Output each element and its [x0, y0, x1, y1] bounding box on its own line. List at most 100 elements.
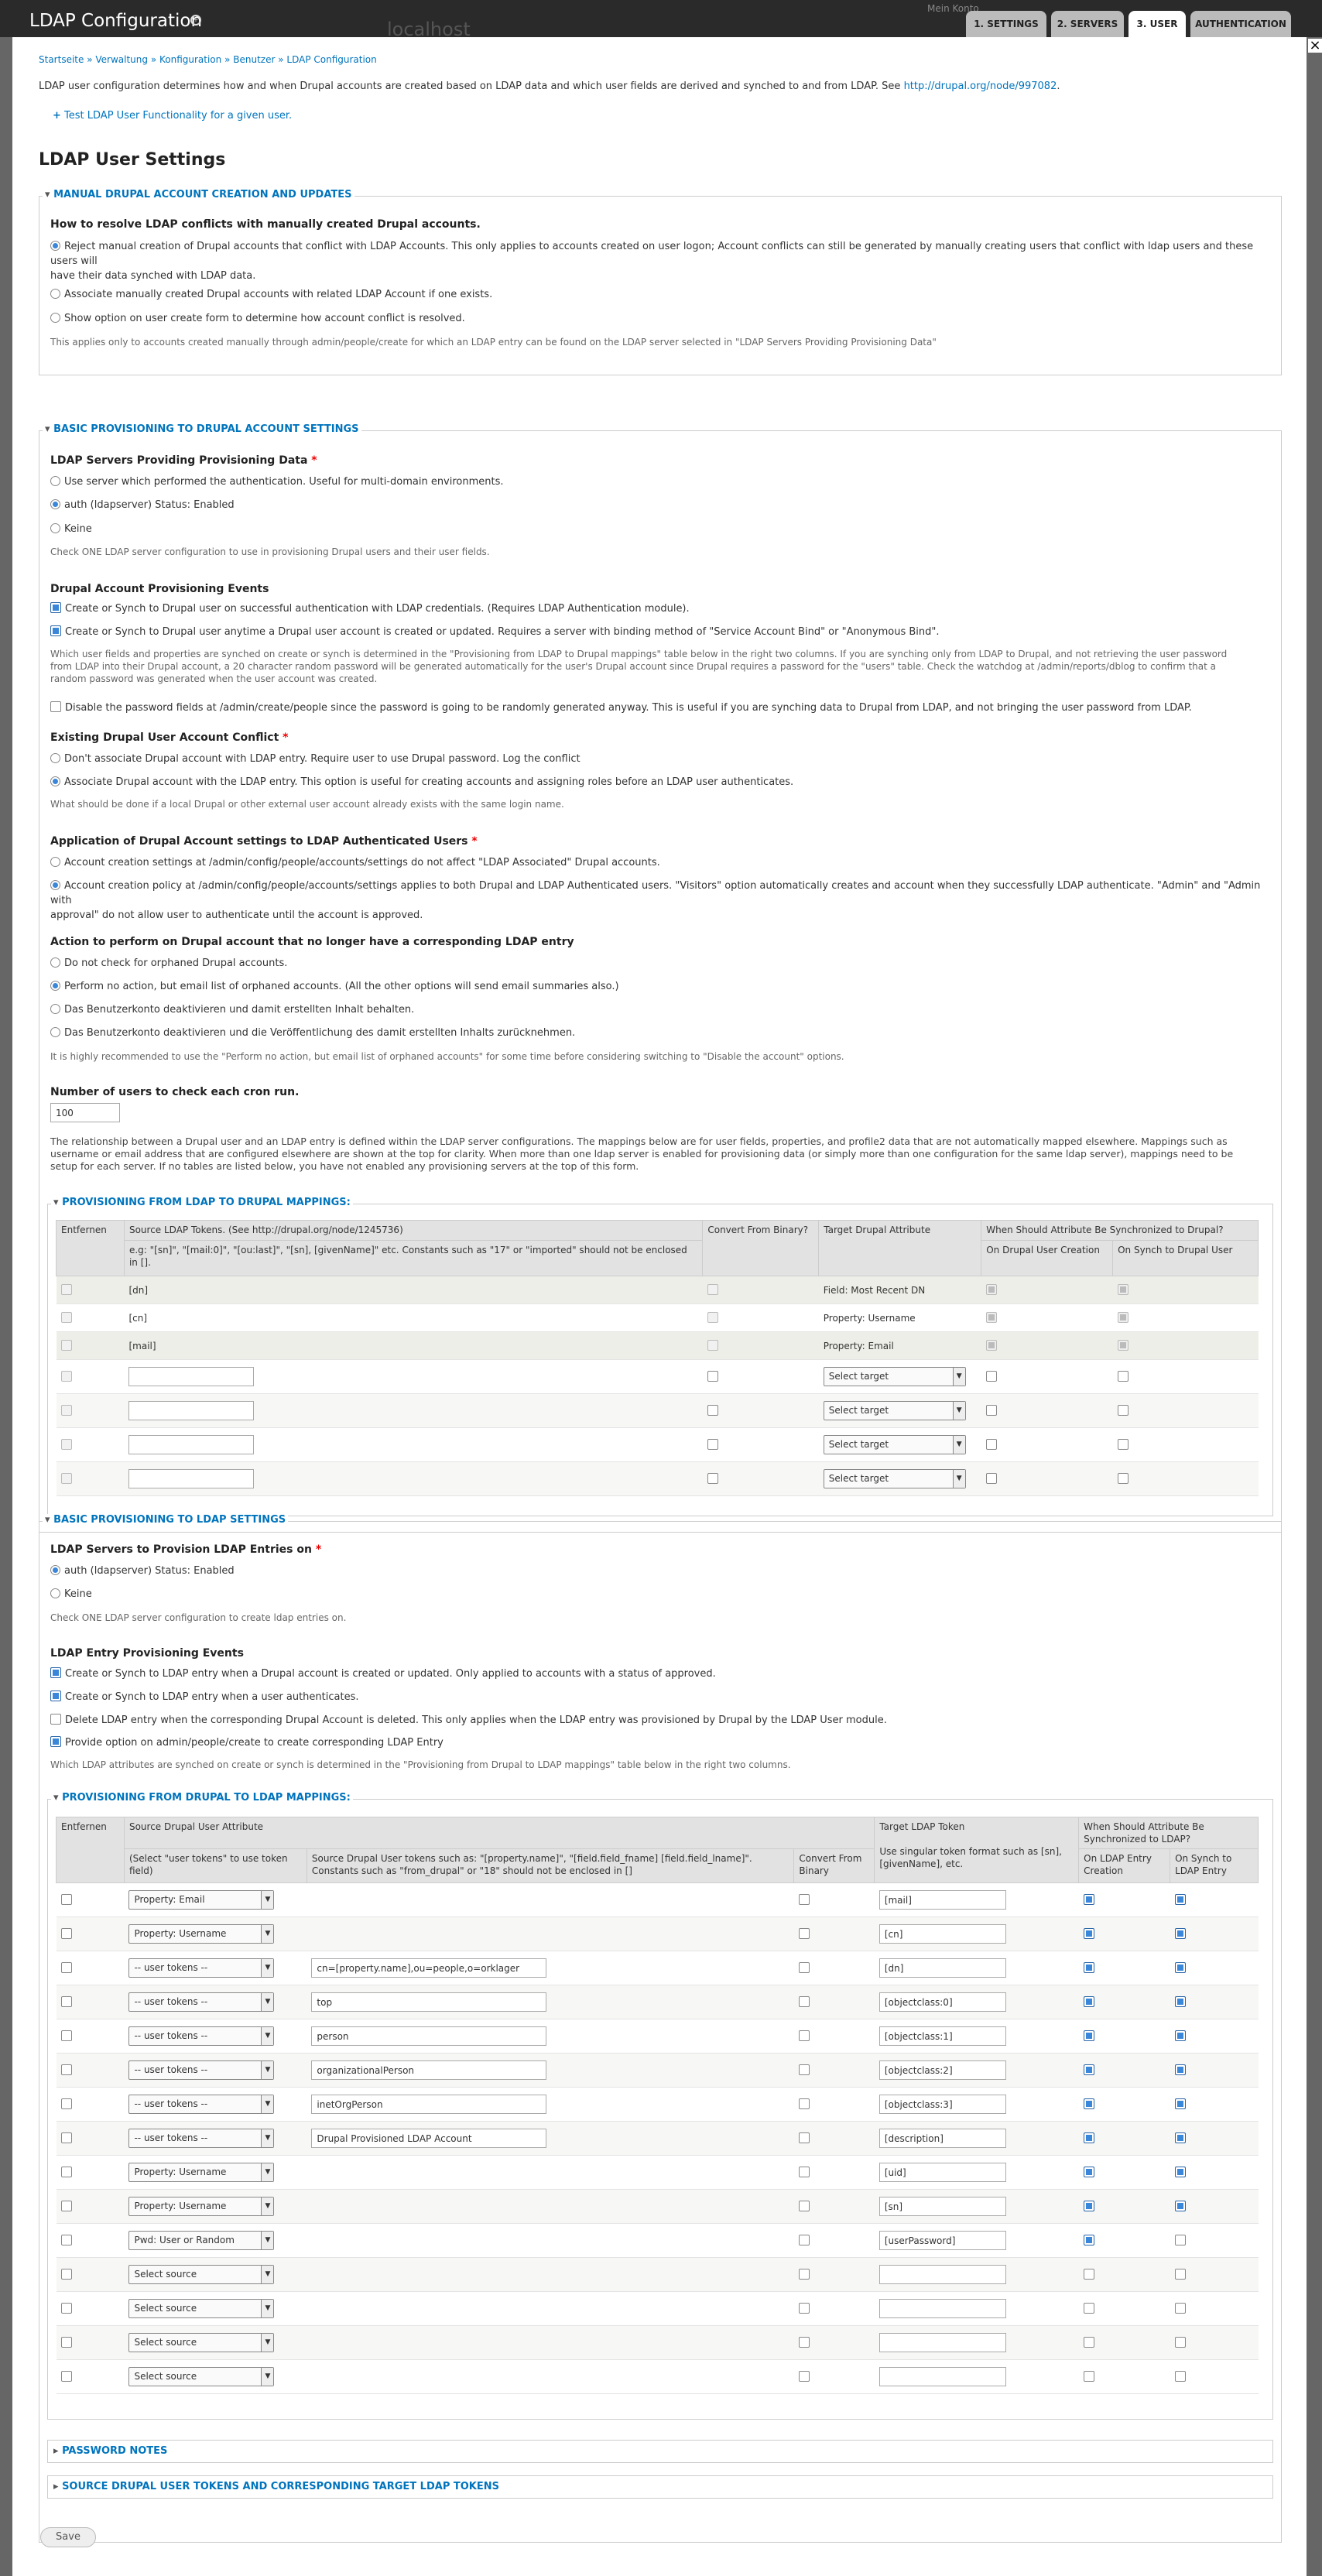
target-token-input[interactable] [878, 2095, 1006, 2114]
breadcrumb-home[interactable]: Startseite [39, 54, 84, 65]
synch-checkbox[interactable] [1117, 1439, 1128, 1450]
shortcut-icon[interactable]: + [190, 15, 201, 26]
breadcrumb-config[interactable]: Konfiguration [159, 54, 221, 65]
entry-creation-checkbox[interactable] [1083, 2064, 1094, 2075]
convert-binary-checkbox[interactable] [798, 2337, 810, 2348]
radio-show[interactable] [50, 313, 60, 323]
close-overlay-icon[interactable]: × [1308, 39, 1322, 53]
entry-creation-checkbox[interactable] [1083, 2371, 1094, 2382]
entry-creation-checkbox[interactable] [1083, 1894, 1094, 1905]
source-attr-select[interactable]: Property: Username ▼ [128, 1924, 275, 1944]
source-attr-select[interactable]: Property: Username ▼ [128, 2197, 275, 2216]
drupal-to-ldap-legend[interactable]: PROVISIONING FROM DRUPAL TO LDAP MAPPING… [51, 1792, 353, 1804]
entry-creation-checkbox[interactable] [1083, 2235, 1094, 2245]
source-token-input[interactable] [311, 1992, 547, 2012]
target-token-input[interactable] [878, 2299, 1006, 2318]
manual-creation-legend[interactable]: MANUAL DRUPAL ACCOUNT CREATION AND UPDAT… [43, 189, 354, 200]
radio-orphan-none[interactable] [50, 957, 60, 968]
binary-checkbox[interactable] [707, 1439, 718, 1450]
orphan-option-none[interactable]: Do not check for orphaned Drupal account… [50, 956, 287, 971]
radio-conflict-associate[interactable] [50, 776, 60, 786]
entry-synch-checkbox[interactable] [1174, 1962, 1186, 1973]
disable-password-option[interactable]: Disable the password fields at /admin/cr… [50, 701, 1192, 715]
basic-drupal-legend[interactable]: BASIC PROVISIONING TO DRUPAL ACCOUNT SET… [43, 423, 361, 435]
target-token-input[interactable] [878, 2231, 1006, 2250]
target-select[interactable]: Select target ▼ [823, 1401, 966, 1420]
event-on-update[interactable]: Create or Synch to Drupal user anytime a… [50, 625, 940, 639]
checkbox-ldap-delete[interactable] [50, 1714, 61, 1725]
checkbox-disable-password[interactable] [50, 701, 61, 712]
source-token-input[interactable] [128, 1367, 255, 1386]
radio-server-none[interactable] [50, 523, 60, 533]
server-option-auth-server[interactable]: Use server which performed the authentic… [50, 474, 504, 489]
remove-checkbox[interactable] [60, 2337, 72, 2348]
entry-synch-checkbox[interactable] [1174, 2235, 1186, 2245]
radio-ldap-server-auth[interactable] [50, 1565, 60, 1575]
radio-orphan-email[interactable] [50, 981, 60, 991]
radio-orphan-block[interactable] [50, 1004, 60, 1014]
conflict-option-log[interactable]: Don't associate Drupal account with LDAP… [50, 752, 581, 766]
remove-checkbox[interactable] [60, 1962, 72, 1973]
source-attr-select[interactable]: -- user tokens -- ▼ [128, 1992, 275, 2012]
cron-count-input[interactable] [50, 1103, 120, 1122]
radio-conflict-log[interactable] [50, 753, 60, 763]
source-token-input[interactable] [128, 1435, 255, 1454]
source-attr-select[interactable]: Select source ▼ [128, 2299, 275, 2318]
source-attr-select[interactable]: Select source ▼ [128, 2367, 275, 2386]
convert-binary-checkbox[interactable] [798, 1962, 810, 1973]
target-token-input[interactable] [878, 1992, 1006, 2012]
entry-creation-checkbox[interactable] [1083, 2303, 1094, 2314]
ldap-to-drupal-legend[interactable]: PROVISIONING FROM LDAP TO DRUPAL MAPPING… [51, 1197, 353, 1208]
ldap-event-option[interactable]: Provide option on admin/people/create to… [50, 1735, 444, 1750]
entry-synch-checkbox[interactable] [1174, 2098, 1186, 2109]
source-attr-select[interactable]: -- user tokens -- ▼ [128, 2060, 275, 2080]
option-associate[interactable]: Associate manually created Drupal accoun… [50, 287, 492, 302]
target-token-input[interactable] [878, 2026, 1006, 2046]
source-tokens-legend[interactable]: SOURCE DRUPAL USER TOKENS AND CORRESPOND… [51, 2481, 502, 2492]
breadcrumb-admin[interactable]: Verwaltung [95, 54, 148, 65]
source-attr-select[interactable]: -- user tokens -- ▼ [128, 2026, 275, 2046]
radio-reject[interactable] [50, 241, 60, 251]
checkbox-ldap-create[interactable] [50, 1667, 61, 1678]
source-attr-select[interactable]: -- user tokens -- ▼ [128, 1958, 275, 1978]
source-token-input[interactable] [128, 1469, 255, 1488]
source-attr-select[interactable]: Property: Username ▼ [128, 2163, 275, 2182]
source-token-input[interactable] [311, 2129, 547, 2148]
remove-checkbox[interactable] [60, 2235, 72, 2245]
target-token-input[interactable] [878, 2333, 1006, 2352]
convert-binary-checkbox[interactable] [798, 2030, 810, 2041]
server-option-ldapserver[interactable]: auth (ldapserver) Status: Enabled [50, 498, 235, 512]
event-on-auth[interactable]: Create or Synch to Drupal user on succes… [50, 601, 690, 616]
radio-app-apply[interactable] [50, 880, 60, 890]
remove-checkbox[interactable] [60, 2098, 72, 2109]
orphan-option-email[interactable]: Perform no action, but email list of orp… [50, 979, 619, 994]
convert-binary-checkbox[interactable] [798, 1928, 810, 1939]
source-attr-select[interactable]: -- user tokens -- ▼ [128, 2129, 275, 2148]
convert-binary-checkbox[interactable] [798, 2132, 810, 2143]
tab-servers[interactable]: 2. SERVERS [1051, 11, 1124, 37]
target-token-input[interactable] [878, 2129, 1006, 2148]
convert-binary-checkbox[interactable] [798, 2098, 810, 2109]
target-token-input[interactable] [878, 2163, 1006, 2182]
entry-synch-checkbox[interactable] [1174, 2337, 1186, 2348]
test-action[interactable]: + Test LDAP User Functionality for a giv… [53, 110, 292, 122]
entry-creation-checkbox[interactable] [1083, 2098, 1094, 2109]
target-token-input[interactable] [878, 2367, 1006, 2386]
target-token-input[interactable] [878, 1924, 1006, 1944]
target-token-input[interactable] [878, 2060, 1006, 2080]
source-token-input[interactable] [311, 2060, 547, 2080]
convert-binary-checkbox[interactable] [798, 2201, 810, 2211]
radio-ldap-server-none[interactable] [50, 1588, 60, 1598]
target-token-input[interactable] [878, 2197, 1006, 2216]
target-token-input[interactable] [878, 1958, 1006, 1978]
password-notes-legend[interactable]: PASSWORD NOTES [51, 2445, 170, 2457]
synch-checkbox[interactable] [1117, 1405, 1128, 1416]
creation-checkbox[interactable] [985, 1473, 997, 1484]
creation-checkbox[interactable] [985, 1439, 997, 1450]
source-attr-select[interactable]: Select source ▼ [128, 2333, 275, 2352]
entry-synch-checkbox[interactable] [1174, 1996, 1186, 2007]
binary-checkbox[interactable] [707, 1371, 718, 1382]
option-show[interactable]: Show option on user create form to deter… [50, 311, 465, 326]
remove-checkbox[interactable] [60, 2132, 72, 2143]
source-token-input[interactable] [311, 1958, 547, 1978]
